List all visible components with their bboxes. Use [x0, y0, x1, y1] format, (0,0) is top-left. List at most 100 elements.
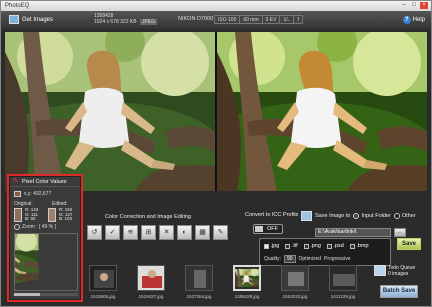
thumbnail[interactable]: 1515505.jpg — [83, 261, 123, 303]
format-jpg[interactable]: .jpg — [264, 243, 279, 249]
contrast-icon[interactable]: ◐ — [177, 225, 192, 240]
remove-icon[interactable]: ✕ — [159, 225, 174, 240]
app-window: PhotoEQ – □ × Get Images 1358428 1024 x … — [0, 0, 432, 307]
camera-model: NIKON D7000 — [178, 16, 214, 22]
exif-aperture: f — [293, 15, 303, 24]
auto-fix-icon[interactable]: ✓ — [105, 225, 120, 240]
toggle-knob — [255, 226, 263, 232]
pixel-panel-title: Pixel Color Values — [22, 179, 67, 185]
info-toolbar: Get Images 1358428 1024 x 678 322 KB JPE… — [1, 11, 431, 29]
original-b: B: 92 — [25, 216, 36, 222]
folder-image-icon — [9, 15, 19, 24]
zoom-value: Zoom : [ 49 % ] — [22, 224, 56, 230]
zoom-slider-fill — [14, 293, 40, 296]
reset-icon[interactable]: ↺ — [87, 225, 102, 240]
format-tif[interactable]: .tif — [285, 243, 298, 249]
exif-iso: ISO 100 — [214, 15, 241, 24]
exif-ev: 0 EV — [261, 15, 281, 24]
icc-toggle[interactable]: OFF — [253, 224, 283, 234]
format-png-label: .png — [310, 243, 321, 249]
format-png[interactable]: .png — [303, 243, 321, 249]
app-title: PhotoEQ — [5, 3, 30, 9]
edited-b: B: 103 — [59, 216, 73, 222]
image-preview-area — [5, 32, 427, 191]
retouch-icon[interactable]: ✎ — [213, 225, 228, 240]
thumbnail-image — [137, 265, 165, 291]
thumbnail[interactable]: 1527364.jpg — [179, 261, 219, 303]
exif-focal: 60 mm — [239, 15, 263, 24]
todo-queue: Todo Queue 0 images Batch Save — [374, 263, 422, 303]
thumbnail-selected[interactable]: 1358428.jpg — [227, 261, 267, 303]
queue-info: Todo Queue 0 images — [388, 265, 415, 277]
pixel-xy-value: x,y: 492,677 — [24, 191, 52, 197]
zoom-readout: Zoom : [ 49 % ] — [14, 224, 56, 230]
format-psd-label: .psd — [333, 243, 344, 249]
file-size: 322 KB — [120, 19, 137, 25]
maximize-button[interactable]: □ — [410, 2, 418, 9]
help-label: Help — [412, 17, 425, 23]
thumbnail[interactable]: 1411229.jpg — [323, 261, 363, 303]
exif-info: ISO 100 60 mm 0 EV 1/.. f — [214, 15, 303, 24]
edited-rgb: R: 162 G: 127 B: 103 — [59, 207, 73, 222]
format-bmp[interactable]: .bmp — [349, 243, 369, 249]
filmstrip: 1515505.jpg 1519427.jpg 1527364.jpg 1358… — [83, 261, 373, 303]
thumbnail[interactable]: 1519427.jpg — [131, 261, 171, 303]
editing-tools: ↺ ✓ ≋ ⊞ ✕ ◐ ▦ ✎ — [87, 225, 228, 240]
crop-icon[interactable]: ⊞ — [141, 225, 156, 240]
get-images-button[interactable]: Get Images — [9, 15, 53, 24]
minimize-button[interactable]: – — [400, 2, 408, 9]
thumbnail-name: 1358428.jpg — [234, 294, 260, 299]
radio-other[interactable]: Other — [393, 213, 416, 219]
original-image[interactable] — [5, 32, 215, 191]
format-options: .jpg .tif .png .psd .bmp — [264, 243, 369, 249]
pixel-swatch — [14, 191, 21, 197]
radio-dot — [393, 213, 400, 219]
frame-icon[interactable]: ▦ — [195, 225, 210, 240]
radio-input-folder-label: Input Folder — [361, 213, 391, 219]
radio-other-label: Other — [401, 213, 416, 219]
thumbnail-name: 1515505.jpg — [90, 294, 116, 299]
close-button[interactable]: × — [420, 2, 428, 9]
thumbnail-name: 1411229.jpg — [330, 294, 356, 299]
title-bar: PhotoEQ – □ × — [1, 1, 431, 11]
window-controls: – □ × — [400, 2, 428, 9]
icc-profile-label: Convert to ICC Profile — [245, 212, 299, 218]
pixel-color-panel: ✎ Pixel Color Values x,y: 492,677 Origin… — [9, 176, 81, 300]
thumbnail-name: 1527364.jpg — [186, 294, 212, 299]
icc-toggle-state: OFF — [267, 226, 278, 232]
get-images-label: Get Images — [22, 16, 54, 23]
checkbox-icon — [349, 243, 355, 249]
edited-image[interactable] — [217, 32, 427, 191]
help-icon: ? — [402, 16, 411, 24]
file-dimensions: 1024 x 678 — [94, 19, 119, 25]
checkbox-icon — [285, 243, 291, 249]
eyedropper-icon[interactable]: ✎ — [13, 178, 19, 185]
save-destination: Save Image to Input Folder Other — [301, 211, 416, 221]
batch-save-button[interactable]: Batch Save — [380, 285, 418, 298]
save-button[interactable]: Save — [397, 238, 421, 250]
thumbnail-image — [329, 265, 357, 291]
thumbnail-image — [281, 265, 309, 291]
radio-dot-selected — [353, 213, 360, 219]
thumbnail-image — [89, 265, 117, 291]
exif-shutter: 1/.. — [279, 15, 295, 24]
thumbnail[interactable]: 1552033.jpg — [275, 261, 315, 303]
radio-input-folder[interactable]: Input Folder — [353, 213, 391, 219]
output-path-field[interactable]: E:\Arak\kartinki\ — [315, 228, 391, 237]
file-type-badge: JPEG — [139, 19, 157, 25]
thumbnail-name: 1519427.jpg — [138, 294, 164, 299]
browse-button[interactable]: ... — [394, 228, 406, 237]
curves-icon[interactable]: ≋ — [123, 225, 138, 240]
thumbnail-image — [233, 265, 261, 291]
original-rgb: R: 143 G: 111 B: 92 — [25, 207, 38, 222]
queue-icon — [374, 265, 386, 276]
help-button[interactable]: ? Help — [402, 16, 425, 24]
checkbox-icon — [264, 243, 269, 249]
edited-color-swatch — [48, 208, 56, 222]
save-to-label: Save Image to — [315, 213, 351, 219]
zoom-slider[interactable] — [14, 293, 78, 296]
format-bmp-label: .bmp — [356, 243, 369, 249]
pixel-panel-header: ✎ Pixel Color Values — [10, 177, 80, 187]
format-psd[interactable]: .psd — [326, 243, 344, 249]
thumbnail-name: 1552033.jpg — [282, 294, 308, 299]
